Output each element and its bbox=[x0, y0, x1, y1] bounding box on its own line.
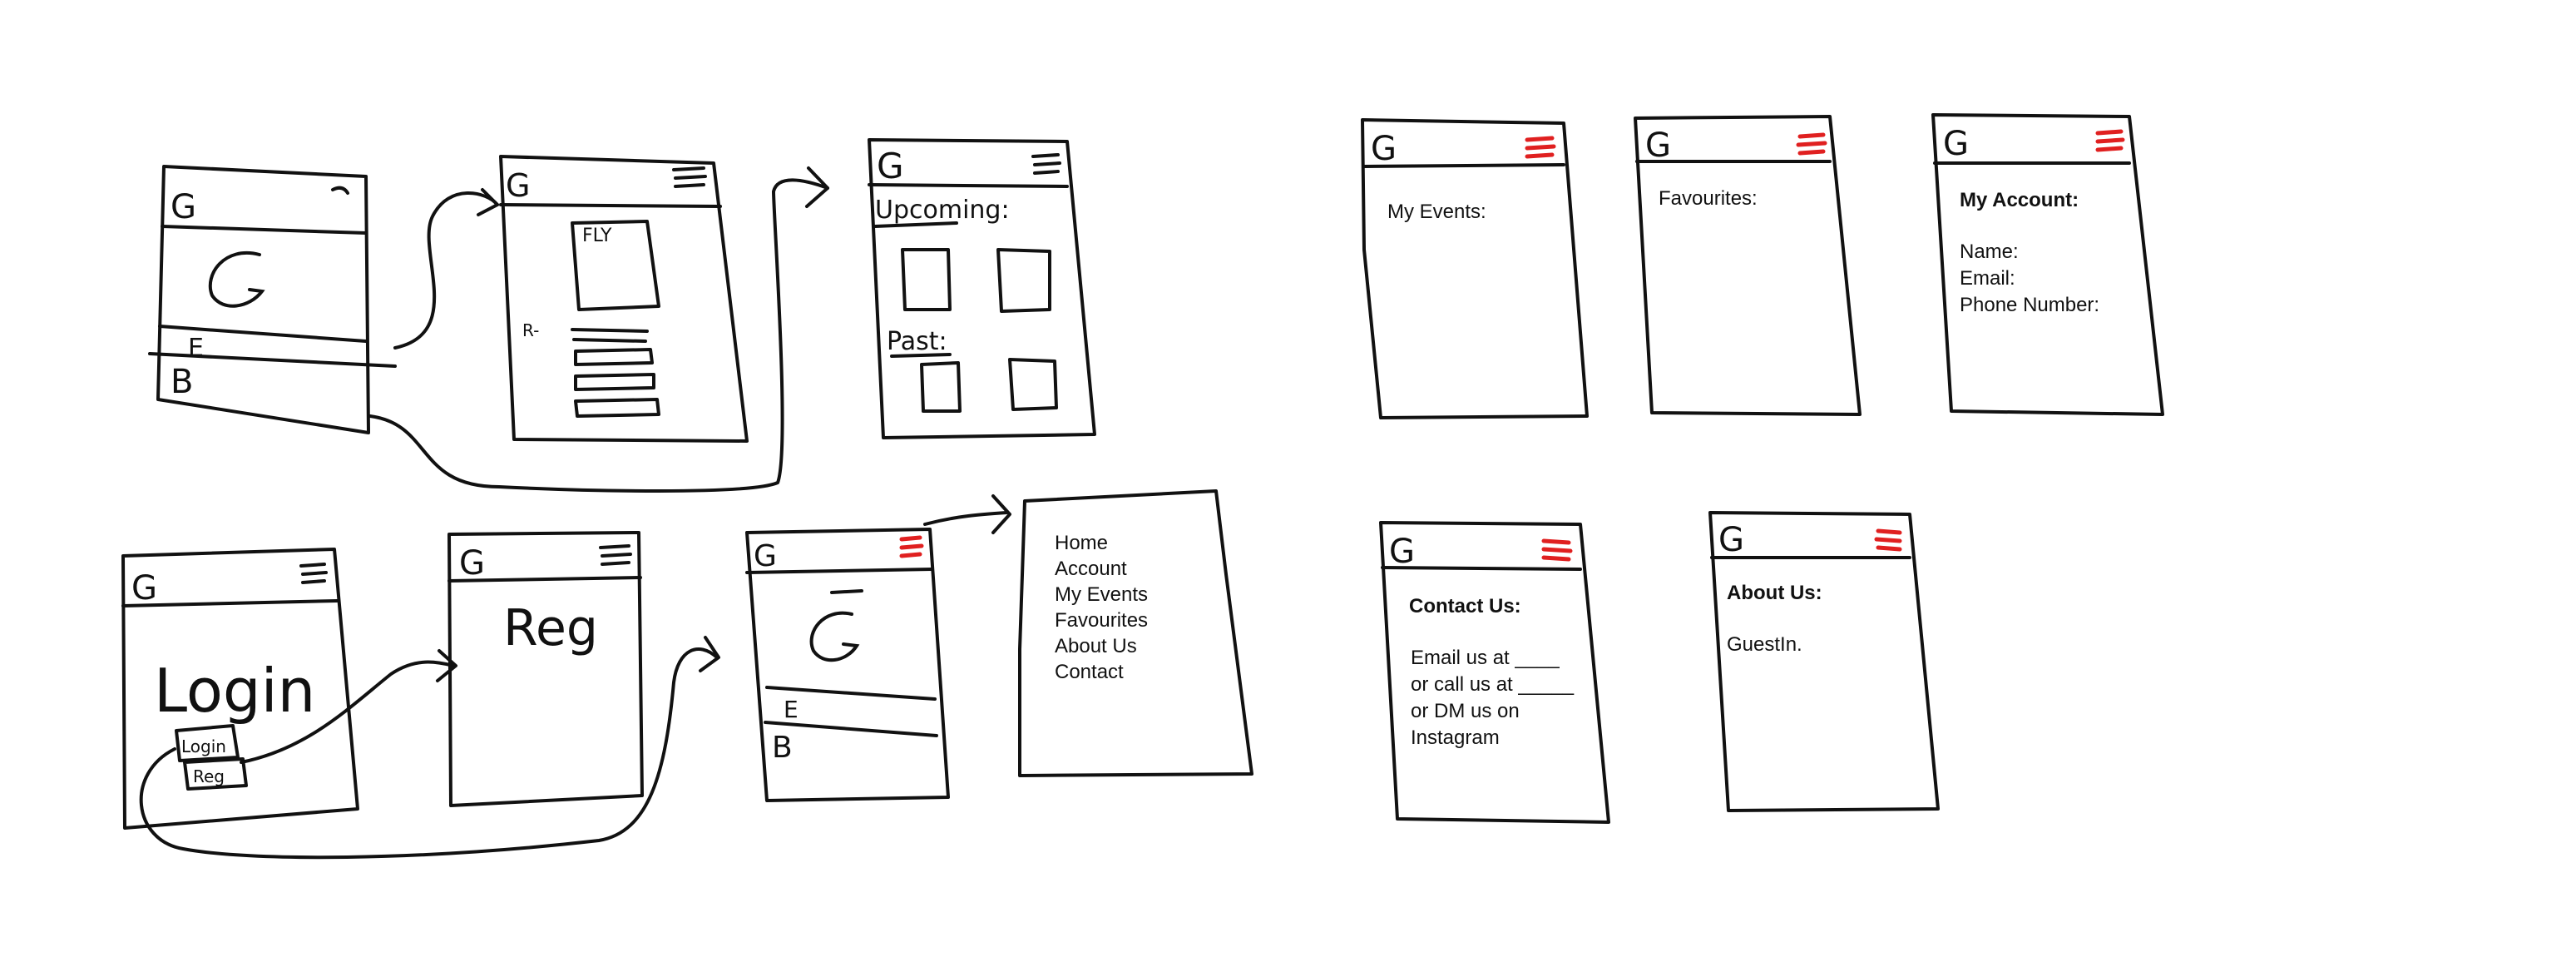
logo-g-account: G bbox=[1943, 125, 1969, 163]
logo-g-home: G bbox=[171, 188, 196, 226]
list-bar-3 bbox=[574, 373, 655, 391]
red-hamburger-menu-home bbox=[899, 535, 924, 558]
nav-menu-item-about-us[interactable]: About Us bbox=[1055, 635, 1137, 657]
account-details: My Account: Name: Email: Phone Number: bbox=[1960, 189, 2099, 316]
arrow-login-to-menu-home-head bbox=[699, 636, 720, 672]
list-bar-1 bbox=[571, 328, 649, 343]
about-title: About Us: bbox=[1727, 582, 1822, 604]
nav-menu-item-contact[interactable]: Contact bbox=[1055, 661, 1124, 683]
hamburger-menu-icon bbox=[672, 166, 707, 188]
home-bookings-letter: B bbox=[171, 363, 193, 401]
red-hamburger-account bbox=[2095, 129, 2125, 152]
upcoming-title: Upcoming: bbox=[875, 196, 1010, 225]
logo-g-login: G bbox=[131, 569, 157, 607]
home-events-letter: E bbox=[188, 334, 204, 363]
frame-home-header-line bbox=[161, 225, 368, 235]
frame-about-us bbox=[1708, 511, 1940, 812]
nav-menu-item-my-events[interactable]: My Events bbox=[1055, 583, 1148, 606]
register-title: Reg bbox=[503, 599, 598, 657]
frame-home-menu-scribble bbox=[331, 186, 349, 195]
past-title: Past: bbox=[887, 327, 947, 356]
red-hamburger-contact bbox=[1541, 538, 1573, 562]
about-details: About Us: GuestIn. bbox=[1727, 582, 1822, 656]
contact-line-4: Instagram bbox=[1411, 726, 1500, 749]
login-title: Login bbox=[154, 656, 315, 726]
account-field-email: Email: bbox=[1960, 267, 2015, 290]
logo-g-contact: G bbox=[1389, 533, 1415, 571]
red-hamburger-favourites bbox=[1796, 132, 1827, 156]
red-hamburger-my-events bbox=[1525, 136, 1556, 159]
nav-menu-list: Home Account My Events Favourites About … bbox=[1055, 532, 1148, 683]
contact-line-1: Email us at ____ bbox=[1411, 647, 1560, 669]
logo-g-my-events: G bbox=[1371, 130, 1397, 168]
frame-events-outline bbox=[499, 155, 749, 443]
menu-home-bookings-letter: B bbox=[772, 731, 793, 765]
logo-g-upcoming: G bbox=[877, 146, 904, 186]
hamburger-menu-icon bbox=[599, 544, 632, 566]
list-bar-2 bbox=[574, 348, 654, 366]
arrow-home-to-events bbox=[393, 191, 499, 350]
logo-g-menu-home: G bbox=[754, 539, 777, 573]
hamburger-menu-icon bbox=[1031, 153, 1061, 175]
logo-g-large-home bbox=[208, 251, 265, 308]
my-events-title: My Events: bbox=[1387, 201, 1486, 223]
account-field-phone: Phone Number: bbox=[1960, 294, 2099, 316]
contact-line-3: or DM us on bbox=[1411, 700, 1520, 722]
contact-details: Contact Us: Email us at ____ or call us … bbox=[1409, 595, 1575, 749]
past-card-1 bbox=[920, 361, 962, 413]
red-hamburger-about bbox=[1874, 528, 1902, 552]
contact-title: Contact Us: bbox=[1409, 595, 1521, 617]
favourites-title: Favourites: bbox=[1659, 187, 1758, 210]
past-card-2 bbox=[1008, 358, 1058, 411]
frame-events-sketch bbox=[499, 155, 749, 443]
contact-line-2: or call us at _____ bbox=[1411, 673, 1575, 696]
frame-contact-us bbox=[1379, 521, 1610, 824]
wireframe-sketch-canvas: G E B G FLY R- G Upcoming: Past: G Login… bbox=[121, 113, 2164, 860]
list-bar-4 bbox=[574, 398, 660, 418]
account-field-name: Name: bbox=[1960, 240, 2019, 263]
logo-g-register: G bbox=[459, 544, 485, 583]
account-title: My Account: bbox=[1960, 189, 2079, 211]
upcoming-card-1 bbox=[901, 248, 952, 311]
list-label: R- bbox=[522, 320, 539, 340]
logo-g-events: G bbox=[506, 167, 530, 204]
frame-events-header-line bbox=[499, 203, 722, 208]
logo-g-about: G bbox=[1718, 521, 1744, 559]
nav-menu-item-favourites[interactable]: Favourites bbox=[1055, 609, 1148, 632]
arrow-to-nav-menu bbox=[923, 511, 1008, 526]
login-button[interactable]: Login bbox=[181, 736, 226, 756]
hamburger-menu-icon bbox=[299, 563, 328, 584]
reg-button[interactable]: Reg bbox=[193, 766, 225, 786]
logo-g-large-menu-home bbox=[809, 611, 860, 662]
nav-menu-item-home[interactable]: Home bbox=[1055, 532, 1108, 554]
logo-g-favourites: G bbox=[1645, 126, 1671, 165]
nav-menu-item-account[interactable]: Account bbox=[1055, 558, 1127, 580]
flyer-label: FLY bbox=[582, 226, 612, 246]
about-text: GuestIn. bbox=[1727, 633, 1802, 656]
upcoming-card-2 bbox=[996, 248, 1051, 313]
frame-menu-home-top-mark bbox=[830, 589, 863, 594]
menu-home-events-letter: E bbox=[784, 696, 799, 723]
